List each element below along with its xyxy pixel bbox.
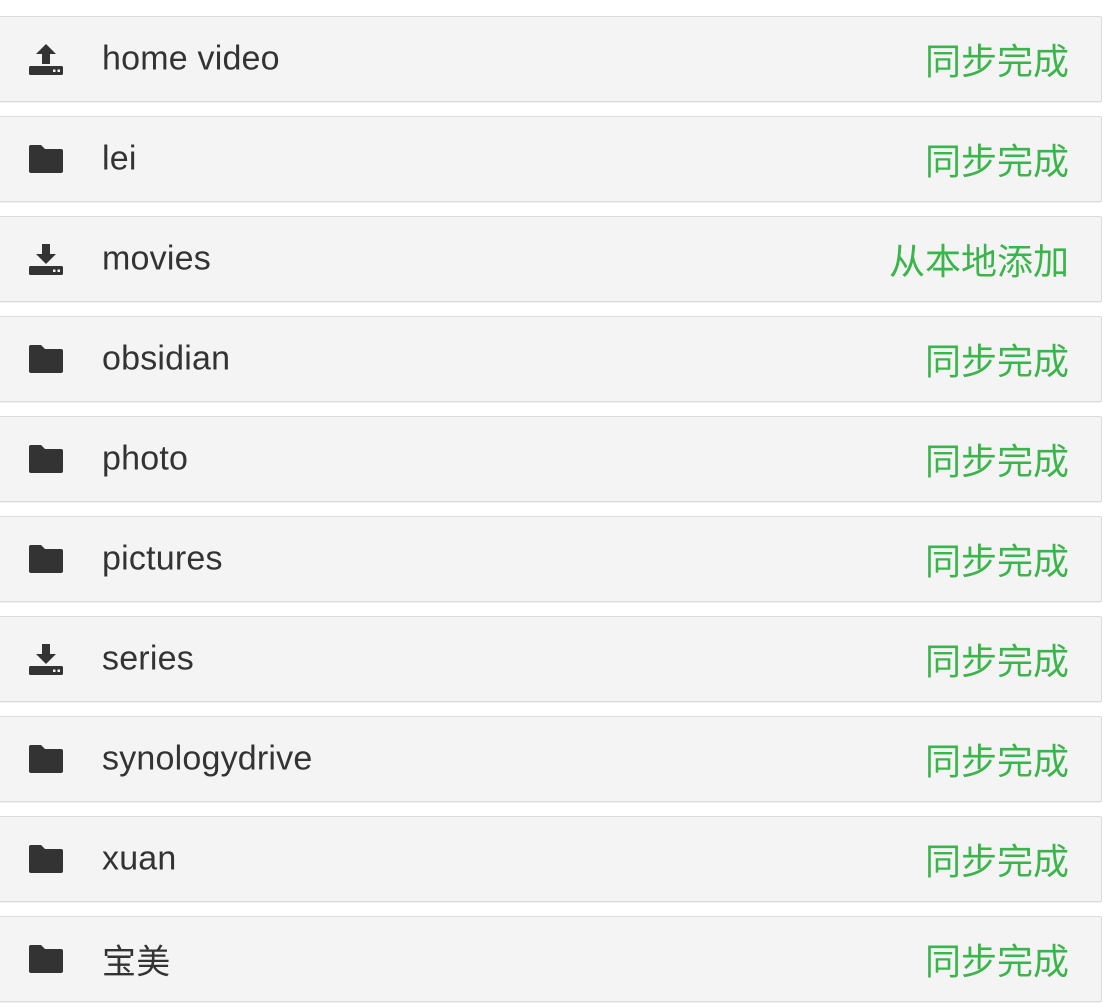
- folder-icon: [27, 340, 65, 378]
- folder-row[interactable]: movies 从本地添加: [0, 216, 1102, 302]
- folder-icon: [27, 140, 65, 178]
- folder-name: obsidian: [102, 339, 231, 378]
- folder-row[interactable]: obsidian 同步完成: [0, 316, 1102, 402]
- folder-name: photo: [102, 439, 189, 478]
- folder-icon: [27, 540, 65, 578]
- folder-row[interactable]: lei 同步完成: [0, 116, 1102, 202]
- folder-row[interactable]: series 同步完成: [0, 616, 1102, 702]
- sync-status: 同步完成: [924, 941, 1069, 982]
- folder-name: lei: [102, 139, 137, 178]
- folder-icon: [27, 940, 65, 978]
- shared-folder-list: home video 同步完成 lei 同步完成 movies 从本地添加 ob…: [0, 0, 1116, 1008]
- sync-status: 同步完成: [924, 841, 1069, 882]
- folder-row[interactable]: home video 同步完成: [0, 16, 1102, 102]
- folder-name: synologydrive: [102, 739, 313, 778]
- sync-status: 同步完成: [924, 641, 1069, 682]
- folder-icon: [27, 840, 65, 878]
- sync-status: 同步完成: [924, 341, 1069, 382]
- folder-row[interactable]: pictures 同步完成: [0, 516, 1102, 602]
- folder-name: series: [102, 639, 194, 678]
- folder-icon: [27, 740, 65, 778]
- folder-name: movies: [102, 239, 211, 278]
- download-icon: [27, 640, 65, 678]
- sync-status: 同步完成: [924, 141, 1069, 182]
- sync-status: 同步完成: [924, 441, 1069, 482]
- folder-row[interactable]: photo 同步完成: [0, 416, 1102, 502]
- sync-status: 同步完成: [924, 41, 1069, 82]
- folder-name: xuan: [102, 839, 177, 878]
- upload-icon: [27, 40, 65, 78]
- folder-name: 宝美: [102, 943, 171, 982]
- folder-name: pictures: [102, 539, 223, 578]
- sync-status: 同步完成: [924, 741, 1069, 782]
- folder-row[interactable]: 宝美 同步完成: [0, 916, 1102, 1002]
- sync-status: 同步完成: [924, 541, 1069, 582]
- download-icon: [27, 240, 65, 278]
- sync-status: 从本地添加: [888, 241, 1069, 282]
- folder-name: home video: [102, 39, 280, 78]
- folder-icon: [27, 440, 65, 478]
- folder-row[interactable]: synologydrive 同步完成: [0, 716, 1102, 802]
- folder-row[interactable]: xuan 同步完成: [0, 816, 1102, 902]
